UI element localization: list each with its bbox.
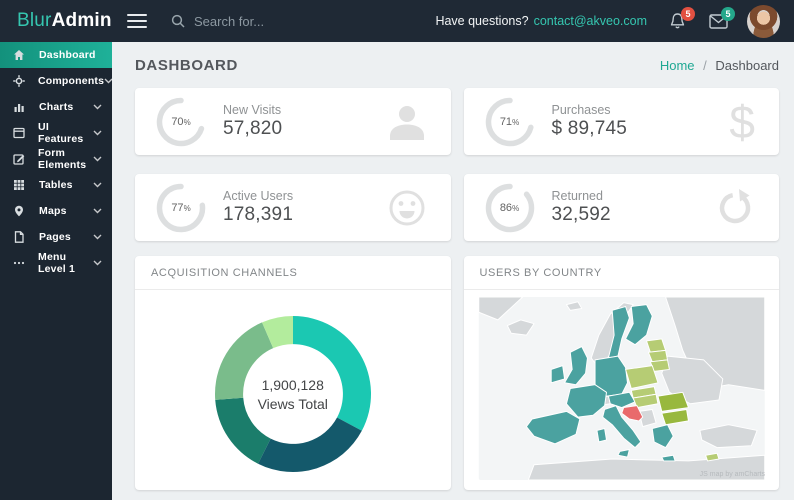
country-romania[interactable] <box>657 392 688 411</box>
panel-title-acquisition: ACQUISITION CHANNELS <box>135 256 451 290</box>
logo-rest-text: Admin <box>52 10 112 31</box>
sidebar-item-label: Menu Level 1 <box>38 251 93 275</box>
stat-label: New Visits <box>223 103 282 117</box>
have-questions-text: Have questions? <box>435 14 528 28</box>
main-content: DASHBOARD Home / Dashboard 70% New Visit… <box>112 42 794 500</box>
stat-percent: 70 <box>171 116 183 128</box>
sidebar-item-label: Maps <box>39 205 67 217</box>
refresh-icon <box>715 188 755 228</box>
stat-value: 57,820 <box>223 118 282 140</box>
form-icon <box>13 153 25 165</box>
stat-label: Active Users <box>223 189 293 203</box>
sidebar-item-maps[interactable]: Maps <box>0 198 112 224</box>
breadcrumb-current: Dashboard <box>715 58 779 73</box>
stat-card-purchases: 71% Purchases $ 89,745 $ <box>464 88 780 155</box>
stat-value: 178,391 <box>223 204 293 226</box>
sidebar-item-pages[interactable]: Pages <box>0 224 112 250</box>
user-avatar[interactable] <box>747 5 780 38</box>
contact-email-link[interactable]: contact@akveo.com <box>534 14 647 28</box>
stat-label: Purchases <box>552 103 628 117</box>
stat-card-new-visits: 70% New Visits 57,820 <box>135 88 451 155</box>
chevron-down-icon <box>93 104 102 110</box>
country-sardinia[interactable] <box>596 429 606 442</box>
breadcrumb-separator: / <box>703 58 707 73</box>
stat-percent: 71 <box>500 116 512 128</box>
stat-value: 32,592 <box>552 204 611 226</box>
menu-toggle-icon[interactable] <box>127 10 147 32</box>
country-cyprus[interactable] <box>705 453 718 461</box>
stat-percent: 77 <box>171 202 183 214</box>
window-icon <box>13 127 25 139</box>
sidebar-item-label: Dashboard <box>39 49 96 61</box>
dots-icon <box>13 257 25 269</box>
europe-map[interactable]: JS map by amCharts <box>474 297 770 480</box>
top-navbar: BlurAdmin Have questions? contact@akveo.… <box>0 0 794 42</box>
page-title: DASHBOARD <box>135 57 238 74</box>
chevron-down-icon <box>104 78 113 84</box>
stat-card-active-users: 77% Active Users 178,391 <box>135 174 451 241</box>
file-icon <box>13 231 26 243</box>
sidebar-item-label: UI Features <box>38 121 93 145</box>
search-input[interactable] <box>194 14 344 29</box>
acquisition-channels-panel: ACQUISITION CHANNELS 1,900,128 Views Tot… <box>135 256 451 490</box>
search-icon <box>171 14 185 28</box>
mail-badge: 5 <box>721 7 735 21</box>
stat-value: $ 89,745 <box>552 118 628 140</box>
gear-icon <box>13 75 25 87</box>
sidebar-item-label: Charts <box>39 101 73 113</box>
home-icon <box>13 49 26 61</box>
users-by-country-panel: USERS BY COUNTRY <box>464 256 780 490</box>
stat-label: Returned <box>552 189 611 203</box>
donut-center-label: 1,900,128 Views Total <box>212 313 374 475</box>
app-logo[interactable]: BlurAdmin <box>0 10 112 32</box>
chevron-down-icon <box>93 208 102 214</box>
bell-badge: 5 <box>681 7 695 21</box>
chevron-down-icon <box>93 234 102 240</box>
notifications-bell[interactable]: 5 <box>669 12 687 30</box>
sidebar-menu: Dashboard Components Charts UI FeaturesForm… <box>0 42 112 276</box>
sidebar-item-ui-features[interactable]: UI Features <box>0 120 112 146</box>
sidebar-item-form-elements[interactable]: Form Elements <box>0 146 112 172</box>
chevron-down-icon <box>93 260 102 266</box>
sidebar-item-label: Components <box>38 75 104 87</box>
sidebar-item-dashboard[interactable]: Dashboard <box>0 42 112 68</box>
breadcrumb-home-link[interactable]: Home <box>660 58 695 73</box>
stat-percent: 86 <box>500 202 512 214</box>
sidebar-item-components[interactable]: Components <box>0 68 112 94</box>
person-icon <box>387 103 427 141</box>
table-icon <box>13 179 26 191</box>
sidebar-item-label: Tables <box>39 179 73 191</box>
panel-title-map: USERS BY COUNTRY <box>464 256 780 290</box>
sidebar-item-menu-level-1[interactable]: Menu Level 1 <box>0 250 112 276</box>
stat-card-returned: 86% Returned 32,592 <box>464 174 780 241</box>
chart-icon <box>13 101 26 113</box>
sidebar-item-label: Pages <box>39 231 71 243</box>
sidebar-item-label: Form Elements <box>38 147 93 171</box>
europe-map-svg <box>474 297 770 480</box>
search-box <box>171 14 344 29</box>
chevron-down-icon <box>93 156 102 162</box>
messages-button[interactable]: 5 <box>709 12 727 30</box>
chevron-down-icon <box>93 130 102 136</box>
sidebar-item-charts[interactable]: Charts <box>0 94 112 120</box>
map-watermark: JS map by amCharts <box>700 471 765 478</box>
pin-icon <box>13 205 26 217</box>
sidebar-item-tables[interactable]: Tables <box>0 172 112 198</box>
sidebar: Dashboard Components Charts UI FeaturesForm… <box>0 42 112 500</box>
dollar-icon: $ <box>729 102 755 142</box>
chevron-down-icon <box>93 182 102 188</box>
breadcrumb: Home / Dashboard <box>660 58 779 73</box>
smiley-icon <box>387 188 427 228</box>
logo-accent-text: Blur <box>17 10 52 31</box>
